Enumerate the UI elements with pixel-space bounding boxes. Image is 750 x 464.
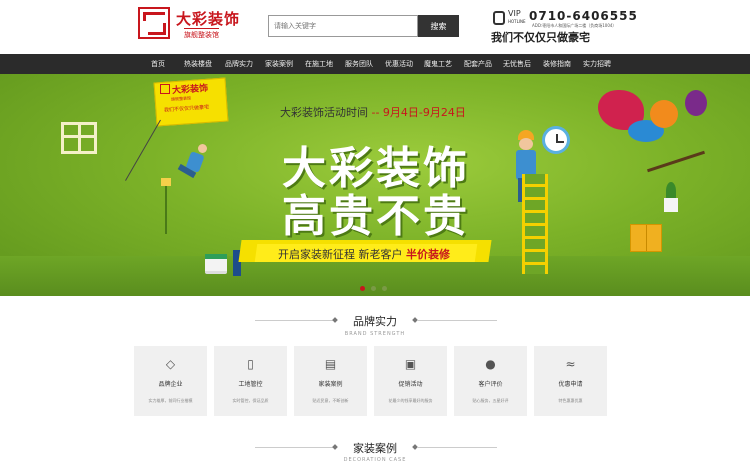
feature-card-brand[interactable]: ◇ 品牌企业 实力雄厚，前同行业楷模 — [134, 346, 207, 416]
nav-item-cases[interactable]: 家装案例 — [265, 54, 293, 74]
card-desc: 贴心服务，五星好评 — [472, 398, 509, 403]
thumbs-up-icon: ● — [485, 357, 496, 371]
section-divider — [417, 447, 497, 448]
header-slogan: 我们不仅仅只做豪宅 — [491, 31, 590, 44]
brand-subtitle: 旗舰整装馆 — [184, 28, 219, 40]
search-button[interactable]: 搜索 — [418, 15, 459, 37]
brand-name[interactable]: 大彩装饰 — [176, 8, 240, 29]
feature-card-promo[interactable]: ▣ 促销活动 花最少的钱享最好的服务 — [374, 346, 447, 416]
card-name: 工地管控 — [238, 381, 263, 388]
nav-item-products[interactable]: 配套产品 — [464, 54, 492, 74]
paint-splash — [650, 100, 678, 128]
nav-item-guide[interactable]: 装修指南 — [543, 54, 571, 74]
card-name: 家装案例 — [318, 381, 343, 388]
nav-item-aftersales[interactable]: 无忧售后 — [503, 54, 531, 74]
card-desc: 实力雄厚，前同行业楷模 — [148, 398, 193, 403]
nav-item-team[interactable]: 服务团队 — [345, 54, 373, 74]
banner-headline: 大彩装饰活动时间 -- 9月4日-9月24日 — [280, 104, 466, 120]
section-subtitle-cases: DECORATION CASE — [343, 457, 407, 463]
nav-item-brand[interactable]: 品牌实力 — [225, 54, 253, 74]
feature-card-apply[interactable]: ≈ 优惠申请 特色惠惠优惠 — [534, 346, 607, 416]
feature-card-site[interactable]: ▯ 工地管控 实时管控，保证品质 — [214, 346, 287, 416]
headline-prefix: 大彩装饰活动时间 — [280, 106, 368, 119]
nav-item-home[interactable]: 首页 — [151, 54, 165, 74]
section-subtitle-brand: BRAND STRENGTH — [344, 331, 406, 337]
nav-item-promotions[interactable]: 优惠活动 — [385, 54, 413, 74]
hero-banner[interactable]: 大彩装饰 旗舰整装馆 我们不仅仅只做豪宅 大彩装饰活动时间 -- 9月4日-9月… — [0, 74, 750, 296]
diamond-icon: ◇ — [165, 357, 176, 371]
paint-bucket-icon — [205, 254, 227, 274]
feature-card-cases[interactable]: ▤ 家装案例 贴近民意，不断创新 — [294, 346, 367, 416]
ladder-illustration — [522, 174, 548, 274]
card-desc: 实时管控，保证品质 — [232, 398, 269, 403]
handshake-icon: ≈ — [565, 357, 576, 371]
headline-dates: -- 9月4日-9月24日 — [371, 106, 466, 119]
slider-dot[interactable] — [382, 286, 387, 291]
site-header: 大彩装饰 旗舰整装馆 搜索 VIP HOTLINE 0710-6406555 A… — [0, 0, 750, 54]
card-name: 促销活动 — [398, 381, 423, 388]
logo-seal-icon[interactable] — [138, 7, 170, 39]
nav-item-craft[interactable]: 魔鬼工艺 — [424, 54, 452, 74]
card-name: 品牌企业 — [158, 381, 183, 388]
section-title-cases: 家装案例 — [353, 442, 397, 455]
vip-label: VIP — [508, 9, 521, 18]
hotline-label: HOTLINE — [508, 19, 526, 24]
card-name: 客户评价 — [478, 381, 503, 388]
banner-big-line-2: 高贵不贵 — [282, 191, 470, 242]
phone-icon — [493, 11, 505, 25]
plant-illustration — [660, 178, 682, 212]
phone-number: 0710-6406555 — [529, 9, 638, 23]
nav-item-recruit[interactable]: 实力招聘 — [583, 54, 611, 74]
clock-icon — [542, 126, 570, 154]
slider-dot[interactable] — [360, 286, 365, 291]
card-desc: 贴近民意，不断创新 — [312, 398, 349, 403]
book-icon: ▤ — [324, 357, 337, 371]
cabinet-illustration — [630, 224, 662, 252]
flag-title: 大彩装饰 — [171, 83, 209, 97]
card-desc: 花最少的钱享最好的服务 — [388, 398, 433, 403]
lamp-illustration — [161, 178, 173, 234]
nav-item-sites[interactable]: 在施工地 — [305, 54, 333, 74]
rope-illustration — [125, 119, 161, 181]
card-desc: 特色惠惠优惠 — [558, 398, 583, 403]
branch-illustration — [647, 150, 705, 173]
search-input[interactable] — [268, 15, 418, 37]
feature-card-reviews[interactable]: ● 客户评价 贴心服务，五星好评 — [454, 346, 527, 416]
card-name: 优惠申请 — [558, 381, 583, 388]
tagline-main: 开启家装新征程 新老客户 — [278, 248, 403, 261]
section-divider — [417, 320, 497, 321]
phone-icon: ▯ — [247, 357, 254, 371]
slider-dot[interactable] — [371, 286, 376, 291]
paint-splash — [685, 90, 707, 116]
gift-icon: ▣ — [404, 357, 417, 371]
section-title-brand: 品牌实力 — [353, 315, 397, 328]
banner-tagline: 开启家装新征程 新老客户 半价装修 — [278, 246, 450, 262]
main-nav: 首页 热装楼盘 品牌实力 家装案例 在施工地 服务团队 优惠活动 魔鬼工艺 配套… — [0, 54, 750, 74]
nav-item-hot-projects[interactable]: 热装楼盘 — [184, 54, 212, 74]
climber-illustration — [176, 144, 210, 194]
shelf-divider-vertical — [78, 122, 81, 154]
tagline-highlight: 半价装修 — [406, 248, 450, 261]
flag-seal-icon — [160, 84, 170, 94]
